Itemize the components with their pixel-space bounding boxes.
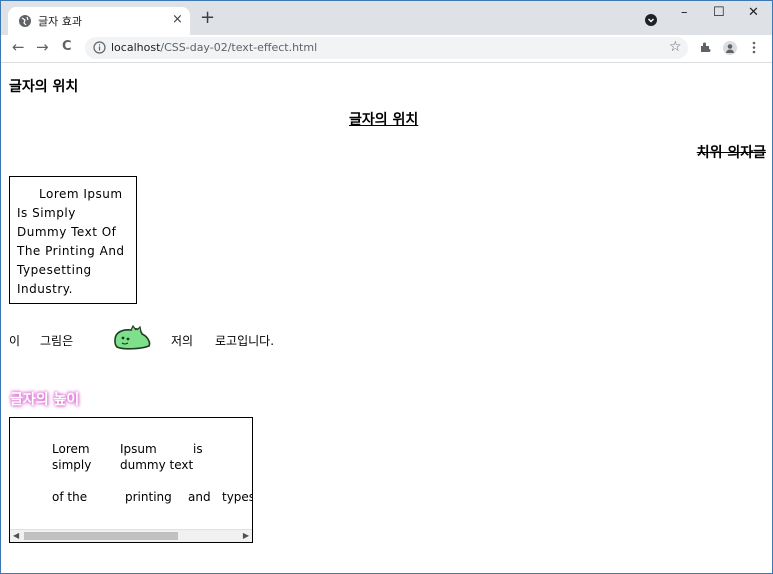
page-content: 글자의 위치 글자의 위치 치위 의자글 Lorem Ipsum is simp…: [1, 63, 772, 573]
back-button[interactable]: ←: [12, 38, 25, 56]
maximize-button[interactable]: ☐: [713, 5, 725, 20]
logo-word-4: 로고입니다.: [215, 334, 275, 348]
bookmark-star-icon[interactable]: ☆: [669, 39, 682, 55]
heading-position-center: 글자의 위치: [349, 112, 419, 128]
scroll-word: typeset: [222, 490, 252, 504]
scrollbar-thumb[interactable]: [24, 532, 178, 540]
logo-word-1: 이: [9, 334, 21, 348]
heading-text-height: 글자의 높이: [10, 392, 80, 408]
scroll-word: is: [193, 442, 203, 456]
menu-kebab-icon[interactable]: [752, 41, 756, 54]
url-text: localhost/CSS-day-02/text-effect.html: [111, 41, 317, 54]
tab-title: 글자 효과: [38, 15, 82, 28]
browser-window: 글자 효과 × + – ☐ ✕ ← → C localhost/CSS-day-…: [0, 0, 773, 574]
scroll-word: printing: [125, 490, 172, 504]
close-window-button[interactable]: ✕: [748, 5, 759, 20]
lorem-box: Lorem Ipsum is simply dummy text of the …: [9, 176, 137, 304]
scroll-text-box[interactable]: Lorem Ipsum is simply dummy text of the …: [9, 417, 253, 543]
scroll-word: dummy text: [120, 458, 194, 472]
scroll-word: of the: [52, 490, 88, 504]
address-bar[interactable]: localhost/CSS-day-02/text-effect.html ☆: [85, 37, 688, 59]
tab-text-effect[interactable]: 글자 효과 ×: [8, 7, 190, 35]
scroll-word: Lorem: [52, 442, 90, 456]
scroll-right-arrow-icon[interactable]: ▶: [243, 530, 249, 542]
tab-search-icon[interactable]: [645, 14, 657, 26]
minimize-button[interactable]: –: [681, 5, 688, 20]
extensions-icon[interactable]: [699, 41, 712, 54]
url-path: /CSS-day-02/text-effect.html: [160, 41, 318, 54]
reload-button[interactable]: C: [62, 38, 72, 56]
forward-button[interactable]: →: [36, 38, 49, 56]
profile-avatar-icon[interactable]: [723, 41, 737, 55]
browser-toolbar: ← → C localhost/CSS-day-02/text-effect.h…: [1, 35, 772, 63]
scroll-word: simply: [52, 458, 92, 472]
url-host: localhost: [111, 41, 161, 54]
tab-close-icon[interactable]: ×: [172, 12, 183, 28]
heading-position-left: 글자의 위치: [9, 79, 79, 95]
new-tab-button[interactable]: +: [200, 9, 215, 27]
info-icon[interactable]: [93, 41, 106, 54]
tab-strip: 글자 효과 × + – ☐ ✕: [1, 1, 772, 35]
dinosaur-logo-icon: [114, 324, 151, 350]
scroll-word: and: [188, 490, 211, 504]
logo-word-2: 그림은: [40, 334, 74, 348]
horizontal-scrollbar[interactable]: ◀ ▶: [10, 529, 252, 542]
globe-icon: [19, 15, 31, 27]
scroll-left-arrow-icon[interactable]: ◀: [13, 530, 19, 542]
logo-word-3: 저의: [171, 334, 194, 348]
heading-position-right: 치위 의자글: [696, 145, 766, 161]
scroll-word: Ipsum: [120, 442, 157, 456]
